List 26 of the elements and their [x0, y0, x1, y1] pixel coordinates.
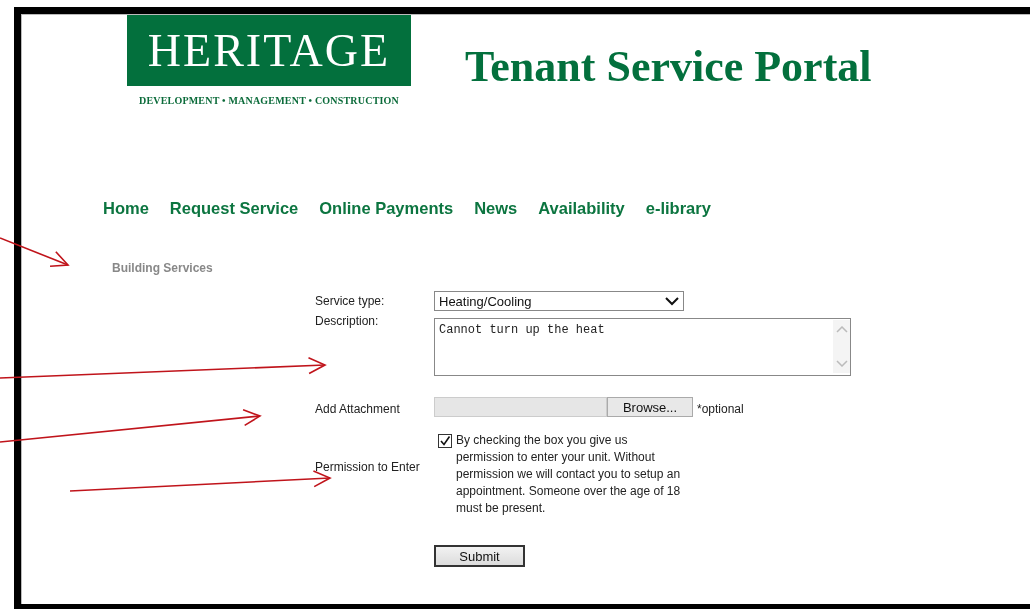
- nav-link[interactable]: Home: [103, 199, 149, 218]
- browse-button[interactable]: Browse...: [607, 397, 693, 417]
- nav-link[interactable]: e-library: [645, 199, 711, 218]
- scroll-up-icon[interactable]: [835, 326, 848, 333]
- optional-note: *optional: [697, 402, 744, 416]
- permission-text: By checking the box you give us permission to enter your unit. Without permission we will contact you to setup an appointment. Someone over the age of 18 must be present.: [456, 432, 682, 517]
- section-title: Building Services: [112, 261, 214, 275]
- logo-tagline: DEVELOPMENT • MANAGEMENT • CONSTRUCTION: [139, 95, 399, 106]
- nav-link[interactable]: Online Payments: [319, 199, 454, 218]
- service-type-select[interactable]: Heating/Cooling: [434, 291, 684, 311]
- nav-link[interactable]: Request Service: [169, 199, 299, 218]
- nav-link[interactable]: News: [474, 199, 518, 218]
- field-label: Description:: [315, 313, 380, 328]
- field-label: Service type:: [315, 293, 386, 308]
- file-path-field[interactable]: [434, 397, 607, 417]
- checkbox[interactable]: [438, 434, 452, 448]
- page-title: Tenant Service Portal: [465, 41, 872, 92]
- submit-button[interactable]: Submit: [434, 545, 525, 567]
- description-field[interactable]: Cannot turn up the heat: [434, 318, 851, 376]
- chevron-down-icon: [665, 296, 679, 306]
- field-label: Permission to Enter: [315, 460, 421, 474]
- annotation-arrow: [0, 237, 70, 268]
- logo-wordmark: HERITAGE: [127, 15, 411, 86]
- scroll-down-icon[interactable]: [835, 360, 848, 367]
- nav-link[interactable]: Availability: [538, 199, 625, 218]
- field-label: Add Attachment: [315, 401, 401, 416]
